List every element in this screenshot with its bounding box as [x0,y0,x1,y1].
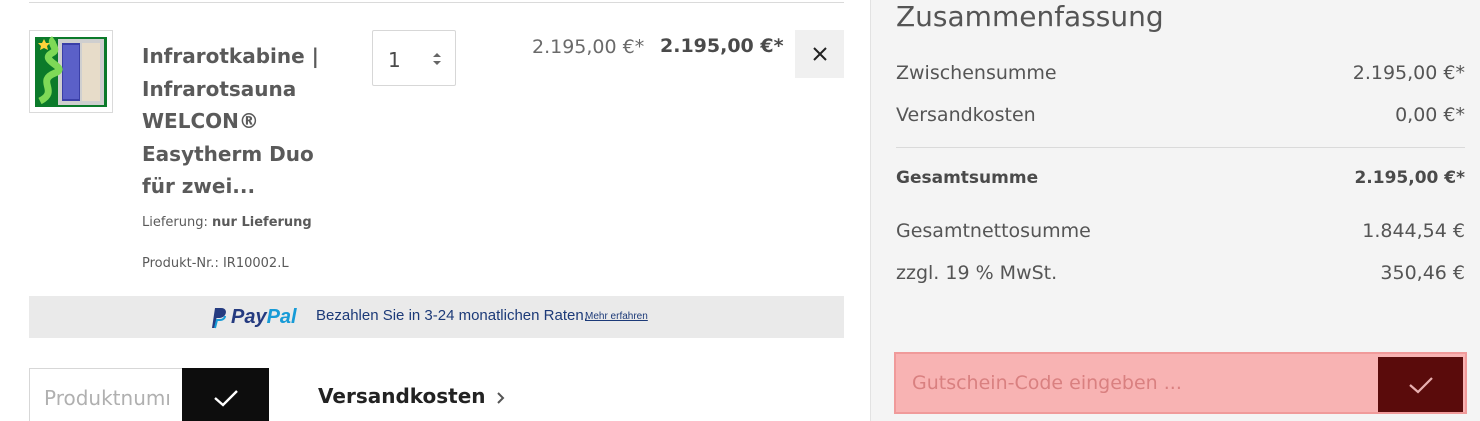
coupon-submit-button[interactable] [1378,357,1463,412]
unit-price: 2.195,00 €* [532,36,645,58]
vat-row: zzgl. 19 % MwSt. 350,46 € [896,262,1465,284]
order-summary-panel: Zusammenfassung Zwischensumme 2.195,00 €… [870,0,1480,421]
net-total-value: 1.844,54 € [1362,220,1465,242]
subtotal-row: Zwischensumme 2.195,00 €* [896,62,1465,84]
cart-panel: Infrarotkabine | Infrarotsauna WELCON® E… [0,0,870,421]
paypal-installment-text: Bezahlen Sie in 3-24 monatlichen Raten. [316,307,588,324]
subtotal-value: 2.195,00 €* [1352,62,1465,84]
chevron-right-icon [496,392,504,404]
shipping-row: Versandkosten 0,00 €* [896,104,1465,126]
sku-value: IR10002.L [222,256,289,271]
grand-total-value: 2.195,00 €* [1354,168,1465,188]
product-number-submit-button[interactable] [182,368,269,421]
paypal-logo: PayPal [209,306,297,329]
delivery-label: Lieferung: [142,215,208,230]
shipping-label: Versandkosten [896,104,1036,126]
paypal-more-link[interactable]: Mehr erfahren [585,311,648,322]
delivery-info: Lieferung: nur Lieferung [142,215,312,230]
remove-item-button[interactable] [795,30,844,78]
grand-total-row: Gesamtsumme 2.195,00 €* [896,168,1465,188]
checkmark-icon [213,390,238,407]
coupon-form [894,352,1467,414]
paypal-p-icon [212,307,226,328]
shipping-value: 0,00 €* [1395,104,1465,126]
quantity-select[interactable]: 1 [372,30,456,86]
paypal-logo-pay: Pay [231,306,267,328]
summary-title: Zusammenfassung [896,0,1164,33]
vat-value: 350,46 € [1380,262,1465,284]
product-thumbnail[interactable] [29,30,113,113]
updown-arrows-icon [433,53,441,65]
product-number-input[interactable] [29,368,183,421]
coupon-code-input[interactable] [896,354,1379,412]
subtotal-label: Zwischensumme [896,62,1057,84]
vat-label: zzgl. 19 % MwSt. [896,262,1058,284]
net-total-label: Gesamtnettosumme [896,220,1091,242]
product-number-info: Produkt-Nr.: IR10002.L [142,256,289,271]
product-title[interactable]: Infrarotkabine | Infrarotsauna WELCON® E… [142,40,352,203]
sku-label: Produkt-Nr.: [142,256,219,271]
shipping-costs-link[interactable]: Versandkosten [318,384,505,408]
divider [29,2,844,3]
net-total-row: Gesamtnettosumme 1.844,54 € [896,220,1465,242]
delivery-value: nur Lieferung [212,215,312,230]
quantity-value: 1 [388,48,401,72]
checkmark-icon [1408,376,1433,394]
grand-total-label: Gesamtsumme [896,168,1039,188]
close-icon [812,47,827,61]
shipping-costs-link-label: Versandkosten [318,384,486,408]
paypal-logo-pal: Pal [266,306,297,328]
summary-divider [896,147,1465,148]
line-total-price: 2.195,00 €* [660,35,784,57]
